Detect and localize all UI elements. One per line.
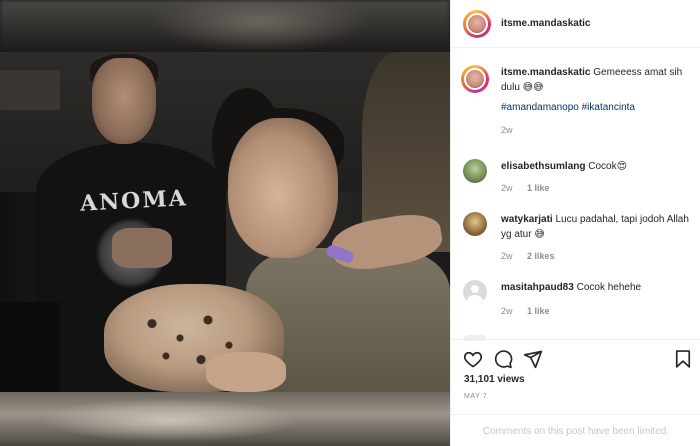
background-sign — [0, 70, 60, 110]
author-avatar-photo — [466, 12, 488, 35]
comment-text: Cocok hehehe — [576, 282, 642, 293]
post-actions: 31,101 views MAY 7 Comments on this post… — [451, 339, 700, 446]
comment-time[interactable]: 2w — [501, 183, 513, 193]
comment-item: masitahpaud83 Cocok hehehe 2w 1 like — [463, 280, 693, 319]
caption-avatar-photo — [464, 68, 486, 90]
comment-time[interactable]: 2w — [501, 251, 513, 261]
bookmark-icon[interactable] — [673, 349, 693, 369]
person-left-hands — [112, 228, 172, 268]
comment-item: watykarjati Lucu padahal, tapi jodoh All… — [463, 212, 693, 264]
comment-item: elisabethsumlang Cocok😍 2w 1 like — [463, 159, 693, 196]
comment-likes[interactable]: 1 like — [527, 183, 550, 193]
comment-text: Cocok😍 — [588, 161, 628, 172]
previous-post-blur — [0, 0, 450, 52]
post-media[interactable]: ANOMA — [0, 0, 450, 446]
comment-username[interactable]: elisabethsumlang — [501, 161, 585, 172]
commenter-avatar[interactable] — [463, 159, 487, 183]
comment-likes[interactable]: 2 likes — [527, 251, 555, 261]
comment-likes[interactable]: 1 like — [527, 306, 550, 316]
comment-username[interactable]: masitahpaud83 — [501, 282, 574, 293]
commenter-avatar[interactable] — [463, 280, 487, 304]
caption: itsme.mandaskatic Gemeeess amat sih dulu… — [461, 65, 693, 138]
view-count[interactable]: 31,101 views — [464, 374, 525, 385]
caption-avatar[interactable] — [461, 65, 489, 93]
commenter-avatar[interactable] — [463, 212, 487, 236]
video-frame[interactable]: ANOMA — [0, 52, 450, 392]
share-icon[interactable] — [523, 349, 543, 369]
caption-hashtags[interactable]: #amandamanopo #ikatancinta — [501, 100, 691, 115]
post-date[interactable]: MAY 7 — [464, 393, 487, 400]
post-sidebar: itsme.mandaskatic itsme.mandaskatic Geme… — [450, 0, 700, 446]
caption-username[interactable]: itsme.mandaskatic — [501, 67, 591, 78]
person-center-head — [228, 118, 338, 258]
comment-icon[interactable] — [493, 349, 513, 369]
author-avatar[interactable] — [463, 9, 491, 38]
comments-limited-notice: Comments on this post have been limited. — [451, 414, 700, 446]
caption-time[interactable]: 2w — [501, 125, 513, 135]
post-header: itsme.mandaskatic — [451, 0, 700, 48]
person-left-head — [92, 58, 156, 144]
author-username[interactable]: itsme.mandaskatic — [501, 18, 591, 29]
dark-corner — [0, 302, 60, 392]
hands-holding-cake — [206, 352, 286, 392]
next-post-blur — [0, 392, 450, 446]
heart-icon[interactable] — [463, 349, 483, 369]
comment-time[interactable]: 2w — [501, 306, 513, 316]
comments-list[interactable]: itsme.mandaskatic Gemeeess amat sih dulu… — [451, 49, 700, 339]
comment-username[interactable]: watykarjati — [501, 214, 553, 225]
